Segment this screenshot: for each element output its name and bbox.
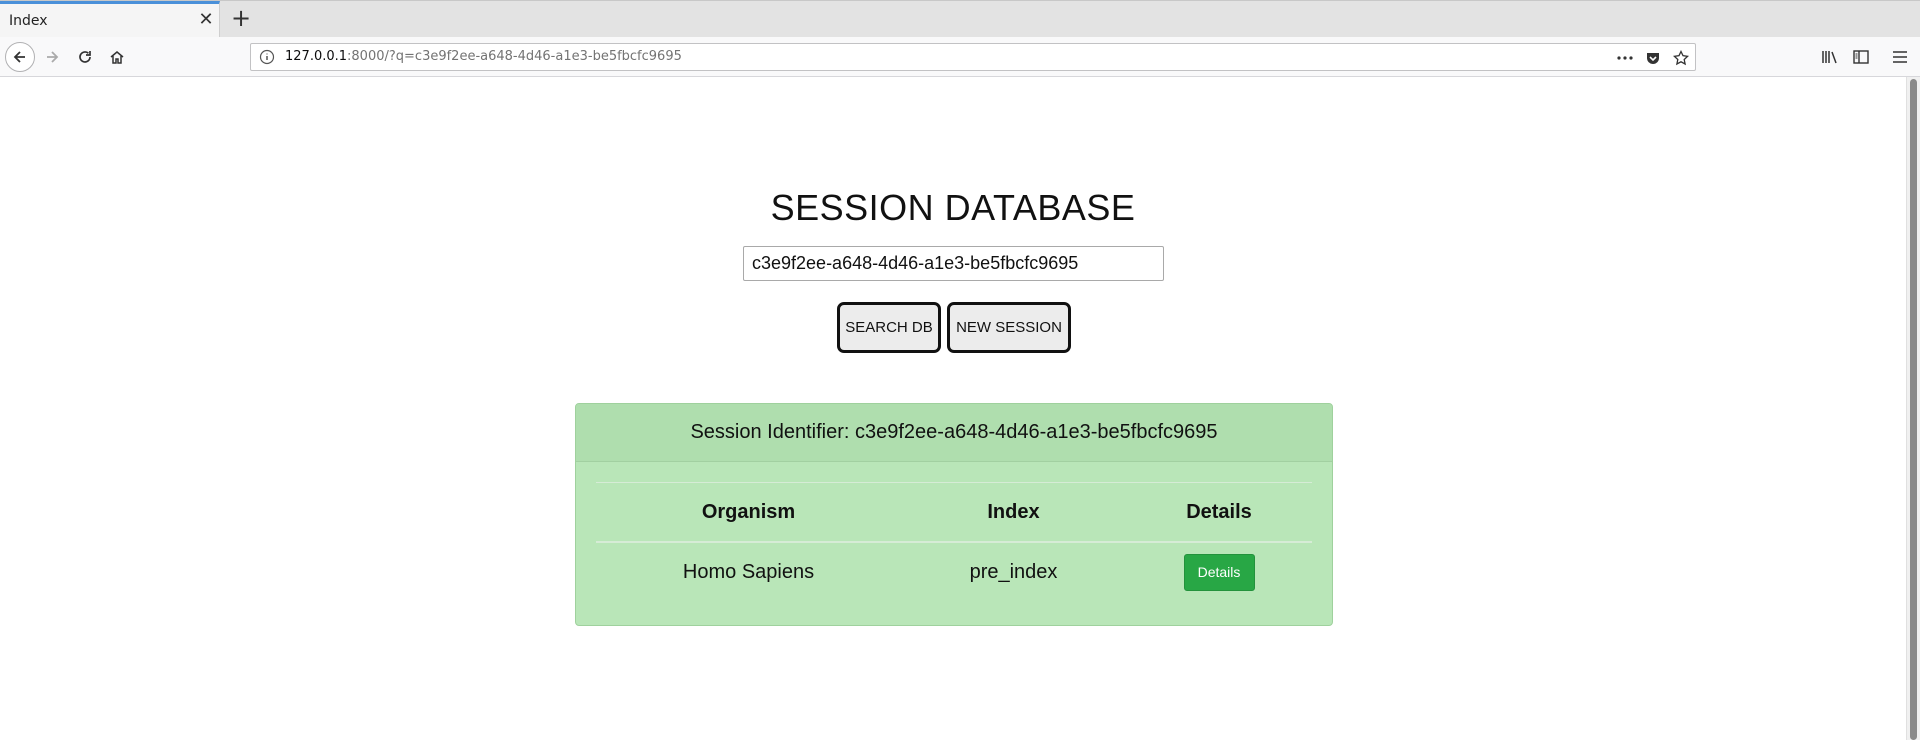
browser-tab[interactable]: Index ✕ (0, 1, 220, 38)
address-bar[interactable]: 127.0.0.1:8000/?q=c3e9f2ee-a648-4d46-a1e… (250, 43, 1696, 71)
page-content: SESSION DATABASE SEARCH DB NEW SESSION S… (0, 77, 1906, 740)
reload-button[interactable] (69, 41, 101, 73)
navigation-toolbar: 127.0.0.1:8000/?q=c3e9f2ee-a648-4d46-a1e… (0, 37, 1920, 77)
bookmark-star-icon[interactable] (1671, 48, 1691, 68)
new-tab-icon[interactable]: + (230, 6, 252, 30)
details-cell: Details (1126, 543, 1312, 601)
menu-icon[interactable] (1890, 47, 1910, 67)
page-title: SESSION DATABASE (770, 187, 1136, 228)
index-cell: pre_index (969, 560, 1058, 583)
tab-title: Index (9, 13, 48, 29)
session-table: Organism Index Details Homo Sapiens pre_… (596, 482, 1312, 601)
forward-button[interactable] (36, 41, 68, 73)
column-header-organism: Organism (701, 500, 796, 523)
session-search-input[interactable] (743, 246, 1164, 281)
close-tab-icon[interactable]: ✕ (196, 10, 216, 30)
table-header-row: Organism Index Details (596, 483, 1312, 543)
page-actions-icon[interactable] (1615, 48, 1635, 68)
forward-arrow-icon (47, 51, 59, 63)
vertical-scrollbar[interactable] (1906, 77, 1920, 740)
url-host: 127.0.0.1 (285, 49, 348, 64)
search-db-button[interactable]: SEARCH DB (837, 302, 941, 353)
table-row: Homo Sapiens pre_index Details (596, 543, 1312, 601)
reload-icon (79, 51, 91, 63)
info-icon[interactable] (259, 49, 275, 65)
sidebar-icon[interactable] (1851, 47, 1871, 67)
details-button[interactable]: Details (1183, 553, 1255, 591)
library-icon[interactable] (1820, 47, 1840, 67)
url-text: 127.0.0.1:8000/?q=c3e9f2ee-a648-4d46-a1e… (285, 49, 682, 64)
home-button[interactable] (101, 41, 133, 73)
back-arrow-icon (5, 42, 35, 72)
tab-bar: Index ✕ + (0, 0, 1920, 38)
column-header-details: Details (1186, 500, 1252, 523)
url-path: :8000/?q=c3e9f2ee-a648-4d46-a1e3-be5fbcf… (347, 49, 682, 64)
column-header-index: Index (987, 500, 1040, 523)
scrollbar-thumb[interactable] (1910, 79, 1917, 740)
pocket-icon[interactable] (1643, 48, 1663, 68)
home-icon (110, 51, 124, 64)
session-result-card: Session Identifier: c3e9f2ee-a648-4d46-a… (575, 403, 1333, 626)
new-session-button[interactable]: NEW SESSION (947, 302, 1071, 353)
organism-cell: Homo Sapiens (682, 560, 815, 583)
back-button[interactable] (4, 41, 36, 73)
session-identifier-header: Session Identifier: c3e9f2ee-a648-4d46-a… (576, 404, 1332, 462)
